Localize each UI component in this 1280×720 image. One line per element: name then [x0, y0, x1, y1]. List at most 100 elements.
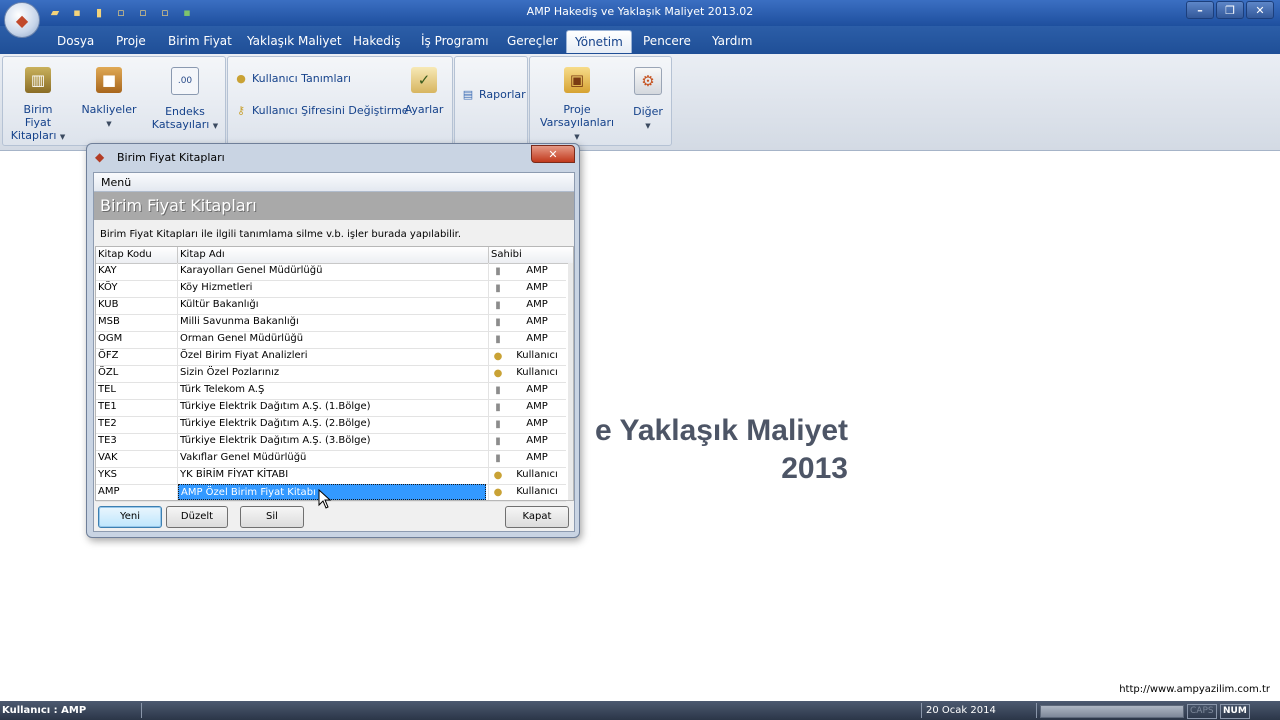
status-progress-bar	[1040, 705, 1184, 718]
restore-button[interactable]: ❐	[1216, 1, 1244, 19]
tab-hakedis[interactable]: Hakediş	[349, 30, 404, 52]
table-row[interactable]: TE1 Türkiye Elektrik Dağıtım A.Ş. (1.Bölg…	[96, 399, 566, 417]
column-header-sahibi[interactable]: Sahibi	[491, 249, 522, 260]
sil-button[interactable]: Sil	[240, 506, 304, 528]
book-icon: ▮	[495, 452, 501, 464]
close-window-button[interactable]: ✕	[1246, 1, 1274, 19]
cell-kitap-kodu: AMP	[98, 486, 120, 497]
cell-kitap-adi: Türkiye Elektrik Dağıtım A.Ş. (2.Bölge)	[180, 418, 371, 429]
nakliyeler-button[interactable]: ■ Nakliyeler ▼	[79, 67, 139, 131]
chevron-down-icon: ▼	[59, 133, 66, 141]
table-row[interactable]: TE2 Türkiye Elektrik Dağıtım A.Ş. (2.Bölg…	[96, 416, 566, 434]
birim-fiyat-kitaplari-button[interactable]: ▥ Birim Fiyat Kitapları ▼	[9, 67, 67, 144]
cell-kitap-adi: Karayolları Genel Müdürlüğü	[180, 265, 323, 276]
tab-yardim[interactable]: Yardım	[708, 30, 756, 52]
proje-varsayilanlari-button[interactable]: ▣ Proje Varsayılanları ▼	[536, 67, 618, 144]
cell-kitap-kodu: TE3	[98, 435, 117, 446]
brand-text: e Yaklaşık Maliyet	[595, 414, 848, 447]
tab-yonetim[interactable]: Yönetim	[566, 30, 632, 53]
title-bar: ▰ ▪ ▮ ▫ ▫ ▫ ▪ AMP Hakediş ve Yaklaşık Ma…	[0, 0, 1280, 26]
cell-sahibi: Kullanıcı	[516, 486, 558, 497]
tab-pencere[interactable]: Pencere	[639, 30, 695, 52]
book-icon: ▮	[495, 282, 501, 294]
cell-kitap-kodu: ÖZL	[98, 367, 119, 378]
dialog-close-button[interactable]: ✕	[531, 145, 575, 163]
tab-dosya[interactable]: Dosya	[53, 30, 98, 52]
cell-kitap-kodu: TE2	[98, 418, 117, 429]
column-header-kod[interactable]: Kitap Kodu	[98, 249, 152, 260]
table-row[interactable]: KUB Kültür Bakanlığı ▮ AMP	[96, 297, 566, 315]
folder-settings-icon: ▣	[564, 67, 590, 93]
book-icon: ▮	[495, 265, 501, 277]
kullanici-tanimlari-button[interactable]: ● Kullanıcı Tanımları	[234, 71, 351, 85]
ayarlar-button[interactable]: ✓ Ayarlar	[402, 67, 446, 116]
table-row[interactable]: TEL Türk Telekom A.Ş ▮ AMP	[96, 382, 566, 400]
table-row[interactable]: VAK Vakıflar Genel Müdürlüğü ▮ AMP	[96, 450, 566, 468]
diger-button[interactable]: ⚙ Diğer ▼	[628, 67, 668, 133]
dialog-body: Menü Birim Fiyat Kitapları Birim Fiyat K…	[93, 172, 575, 532]
book-icon: ▮	[495, 384, 501, 396]
book-icon: ▮	[495, 299, 501, 311]
app-menu-button[interactable]: ◆	[4, 2, 40, 38]
menu-item-menu[interactable]: Menü	[101, 176, 131, 189]
website-link[interactable]: http://www.ampyazilim.com.tr	[1100, 684, 1270, 695]
table-row[interactable]: YKS YK BİRİM FİYAT KİTABI ● Kullanıcı	[96, 467, 566, 485]
cell-kitap-adi: Türkiye Elektrik Dağıtım A.Ş. (1.Bölge)	[180, 401, 371, 412]
column-header-ad[interactable]: Kitap Adı	[180, 249, 225, 260]
tab-is-programi[interactable]: İş Programı	[417, 30, 493, 52]
app-logo-icon: ◆	[15, 10, 29, 30]
yeni-button[interactable]: Yeni	[98, 506, 162, 528]
cell-kitap-kodu: TEL	[98, 384, 116, 395]
cell-kitap-kodu: KÖY	[98, 282, 118, 293]
dialog-title-bar[interactable]: ◆ Birim Fiyat Kitapları ✕	[87, 144, 579, 171]
table-row[interactable]: ÖFZ Özel Birim Fiyat Analizleri ● Kullanıcı	[96, 348, 566, 366]
duzelt-button[interactable]: Düzelt	[166, 506, 228, 528]
table-scrollbar[interactable]	[568, 263, 573, 500]
cell-kitap-kodu: ÖFZ	[98, 350, 119, 361]
user-icon: ●	[236, 71, 246, 85]
tab-birim-fiyat[interactable]: Birim Fiyat	[164, 30, 236, 52]
book-icon: ◆	[95, 150, 105, 164]
ribbon-group-kitaplar: ▥ Birim Fiyat Kitapları ▼ ■ Nakliyeler ▼…	[2, 56, 226, 146]
num-indicator: NUM	[1220, 704, 1250, 719]
tab-gerecler[interactable]: Gereçler	[503, 30, 562, 52]
cell-kitap-adi: Vakıflar Genel Müdürlüğü	[180, 452, 307, 463]
cell-sahibi: AMP	[526, 452, 548, 463]
user-icon: ●	[493, 367, 503, 379]
cell-kitap-kodu: MSB	[98, 316, 120, 327]
birim-fiyat-kitaplari-dialog: ◆ Birim Fiyat Kitapları ✕ Menü Birim Fiy…	[86, 143, 580, 538]
clipboard-check-icon: ✓	[411, 67, 437, 93]
raporlar-button[interactable]: ▤ Raporlar	[461, 87, 526, 101]
coefficient-icon: .00	[171, 67, 199, 95]
report-icon: ▤	[462, 87, 474, 101]
cell-kitap-adi: Sizin Özel Pozlarınız	[180, 367, 280, 378]
table-row[interactable]: TE3 Türkiye Elektrik Dağıtım A.Ş. (3.Bölg…	[96, 433, 566, 451]
tab-yaklasik-maliyet[interactable]: Yaklaşık Maliyet	[243, 30, 346, 52]
table-row[interactable]: ÖZL Sizin Özel Pozlarınız ● Kullanıcı	[96, 365, 566, 383]
mouse-cursor-icon	[318, 489, 332, 509]
cell-kitap-kodu: VAK	[98, 452, 118, 463]
tab-proje[interactable]: Proje	[112, 30, 150, 52]
table-row[interactable]: MSB Milli Savunma Bakanlığı ▮ AMP	[96, 314, 566, 332]
cell-kitap-kodu: KAY	[98, 265, 117, 276]
table-row[interactable]: KÖY Köy Hizmetleri ▮ AMP	[96, 280, 566, 298]
endeks-katsayilari-button[interactable]: .00 Endeks Katsayıları ▼	[149, 67, 221, 133]
table-row[interactable]: KAY Karayolları Genel Müdürlüğü ▮ AMP	[96, 263, 566, 281]
cell-kitap-kodu: YKS	[98, 469, 118, 480]
dialog-description: Birim Fiyat Kitapları ile ilgili tanımla…	[100, 229, 462, 240]
cell-sahibi: AMP	[526, 435, 548, 446]
cell-sahibi: AMP	[526, 316, 548, 327]
book-icon: ▮	[495, 401, 501, 413]
table-header: Kitap Kodu Kitap Adı Sahibi	[96, 247, 573, 264]
kullanici-sifre-button[interactable]: ⚷ Kullanıcı Şifresini Değiştirme	[234, 103, 409, 117]
ribbon-tab-bar: Dosya Proje Birim Fiyat Yaklaşık Maliyet…	[0, 26, 1280, 54]
chevron-down-icon: ▼	[574, 133, 580, 141]
dialog-header: Birim Fiyat Kitapları	[94, 192, 574, 220]
cell-sahibi: Kullanıcı	[516, 367, 558, 378]
minimize-button[interactable]: –	[1186, 1, 1214, 19]
cell-kitap-adi: Kültür Bakanlığı	[180, 299, 259, 310]
kapat-button[interactable]: Kapat	[505, 506, 569, 528]
table-row[interactable]: OGM Orman Genel Müdürlüğü ▮ AMP	[96, 331, 566, 349]
cell-kitap-kodu: TE1	[98, 401, 117, 412]
cell-kitap-adi: Orman Genel Müdürlüğü	[180, 333, 304, 344]
